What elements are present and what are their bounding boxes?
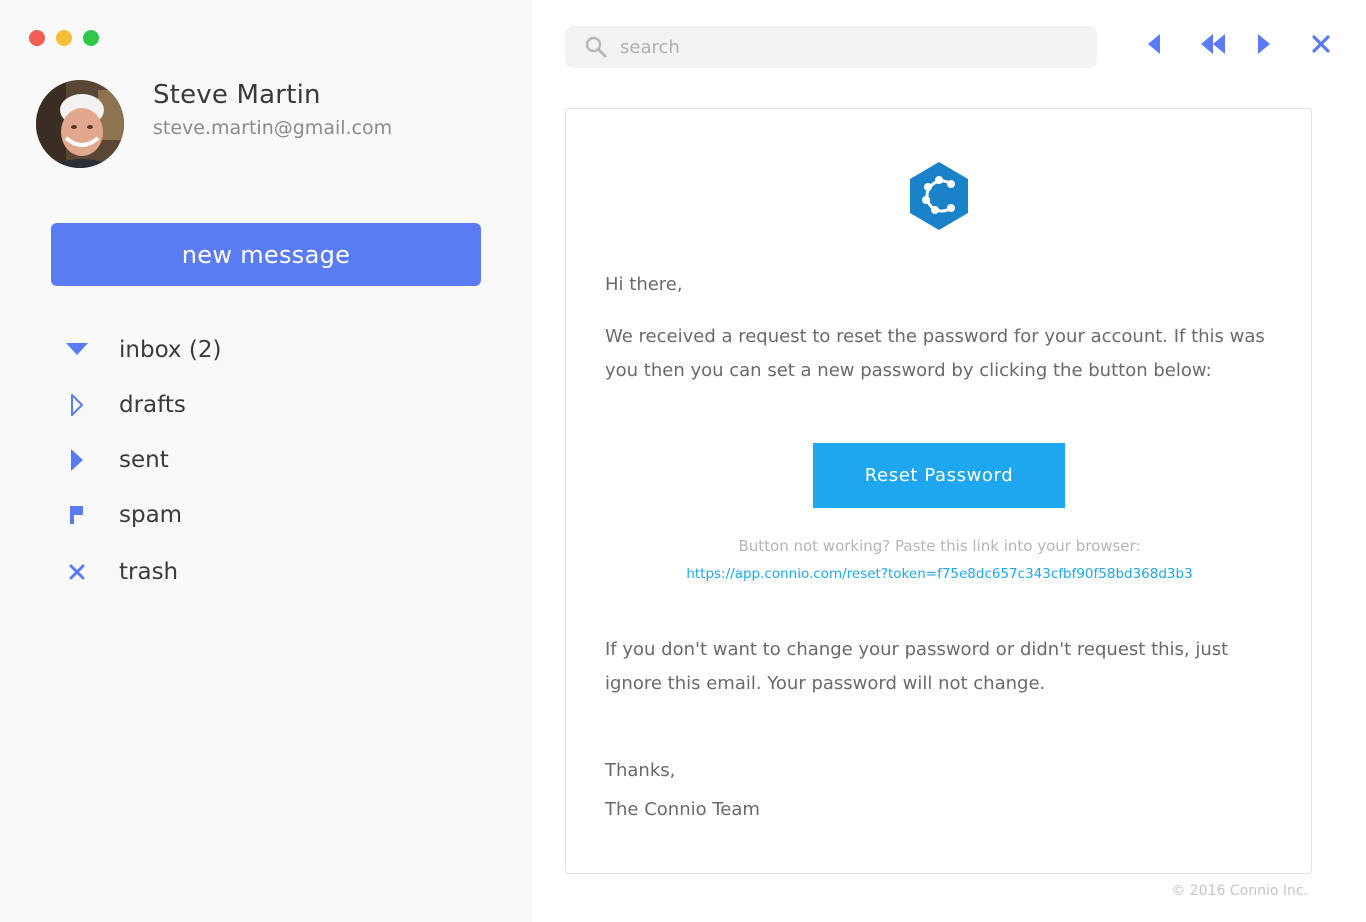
search-input[interactable] (620, 26, 1080, 68)
window-controls (29, 30, 99, 46)
search-icon (585, 36, 607, 58)
copyright-footer: © 2016 Connio Inc. (1171, 883, 1308, 899)
sidebar-item-label: trash (119, 559, 179, 585)
reply-all-icon (1200, 33, 1226, 59)
help-text: Button not working? Paste this link into… (738, 537, 1141, 555)
window-maximize-button[interactable] (83, 30, 99, 46)
search-bar (565, 26, 1097, 68)
reply-button[interactable] (1141, 33, 1167, 59)
sidebar-item-sent[interactable]: sent (0, 440, 531, 480)
reply-all-button[interactable] (1198, 33, 1228, 59)
caret-right-icon (62, 445, 92, 475)
reset-password-button[interactable]: Reset Password (813, 443, 1065, 508)
email-signature: The Connio Team (605, 799, 760, 820)
close-icon (1312, 35, 1330, 57)
reset-link[interactable]: https://app.connio.com/reset?token=f75e8… (566, 566, 1313, 582)
new-message-button[interactable]: new message (51, 223, 481, 286)
forward-button[interactable] (1251, 33, 1277, 59)
close-button[interactable] (1308, 33, 1334, 59)
user-email: steve.martin@gmail.com (153, 117, 393, 139)
email-signoff: Thanks, (605, 760, 676, 781)
close-icon (62, 557, 92, 587)
sidebar-item-drafts[interactable]: drafts (0, 385, 531, 425)
caret-down-icon (62, 335, 92, 365)
user-name: Steve Martin (153, 80, 321, 110)
forward-icon (1257, 33, 1271, 59)
avatar[interactable] (36, 80, 124, 168)
caret-right-outline-icon (62, 390, 92, 420)
sidebar-item-label: drafts (119, 392, 186, 418)
window-minimize-button[interactable] (56, 30, 72, 46)
sidebar-item-inbox[interactable]: inbox (2) (0, 330, 531, 370)
flag-icon (62, 500, 92, 530)
email-body-paragraph: If you don't want to change your passwor… (605, 639, 1229, 694)
sidebar: Steve Martin steve.martin@gmail.com new … (0, 0, 531, 922)
email-message: Hi there, We received a request to reset… (565, 108, 1312, 874)
sidebar-item-label: sent (119, 447, 169, 473)
sidebar-item-spam[interactable]: spam (0, 495, 531, 535)
reply-icon (1147, 33, 1161, 59)
connio-logo (907, 160, 971, 236)
email-body-paragraph: We received a request to reset the passw… (605, 326, 1265, 381)
sidebar-item-label: inbox (2) (119, 337, 222, 363)
window-close-button[interactable] (29, 30, 45, 46)
sidebar-item-trash[interactable]: trash (0, 552, 531, 592)
sidebar-item-label: spam (119, 502, 183, 528)
email-greeting: Hi there, (605, 274, 683, 295)
